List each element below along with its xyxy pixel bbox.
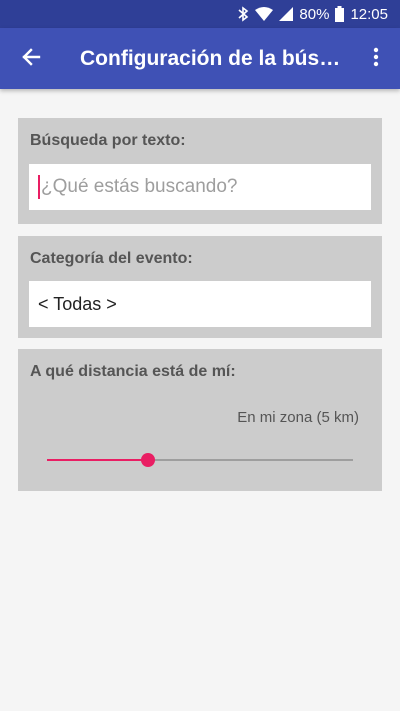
wifi-icon bbox=[255, 7, 274, 21]
page-title: Configuración de la búsqueda bbox=[80, 47, 352, 70]
category-select[interactable]: < Todas > bbox=[29, 281, 371, 327]
status-time: 12:05 bbox=[350, 5, 388, 23]
status-bar: 80% 12:05 bbox=[0, 0, 400, 28]
search-text-card: Búsqueda por texto: ¿Qué estás buscando? bbox=[18, 118, 382, 224]
more-vert-icon bbox=[373, 47, 379, 72]
search-placeholder: ¿Qué estás buscando? bbox=[41, 176, 238, 197]
search-text-label: Búsqueda por texto: bbox=[30, 132, 186, 149]
battery-percentage: 80% bbox=[299, 5, 330, 23]
slider-fill bbox=[47, 459, 148, 461]
distance-value: En mi zona (5 km) bbox=[237, 409, 359, 426]
category-card: Categoría del evento: < Todas > bbox=[18, 236, 382, 338]
back-arrow-icon bbox=[21, 47, 41, 72]
app-bar: Configuración de la búsqueda bbox=[0, 28, 400, 89]
text-cursor bbox=[38, 175, 40, 199]
battery-icon bbox=[335, 6, 345, 22]
distance-label: A qué distancia está de mí: bbox=[30, 363, 236, 380]
search-input[interactable]: ¿Qué estás buscando? bbox=[29, 164, 371, 210]
distance-card: A qué distancia está de mí: En mi zona (… bbox=[18, 349, 382, 491]
slider-thumb[interactable] bbox=[140, 453, 155, 467]
distance-slider[interactable] bbox=[47, 449, 353, 471]
back-button[interactable] bbox=[14, 44, 48, 74]
overflow-menu-button[interactable] bbox=[364, 44, 388, 74]
category-selected-value: < Todas > bbox=[38, 293, 117, 314]
cell-signal-icon bbox=[279, 7, 294, 21]
category-label: Categoría del evento: bbox=[30, 250, 193, 267]
bluetooth-icon bbox=[237, 6, 249, 22]
